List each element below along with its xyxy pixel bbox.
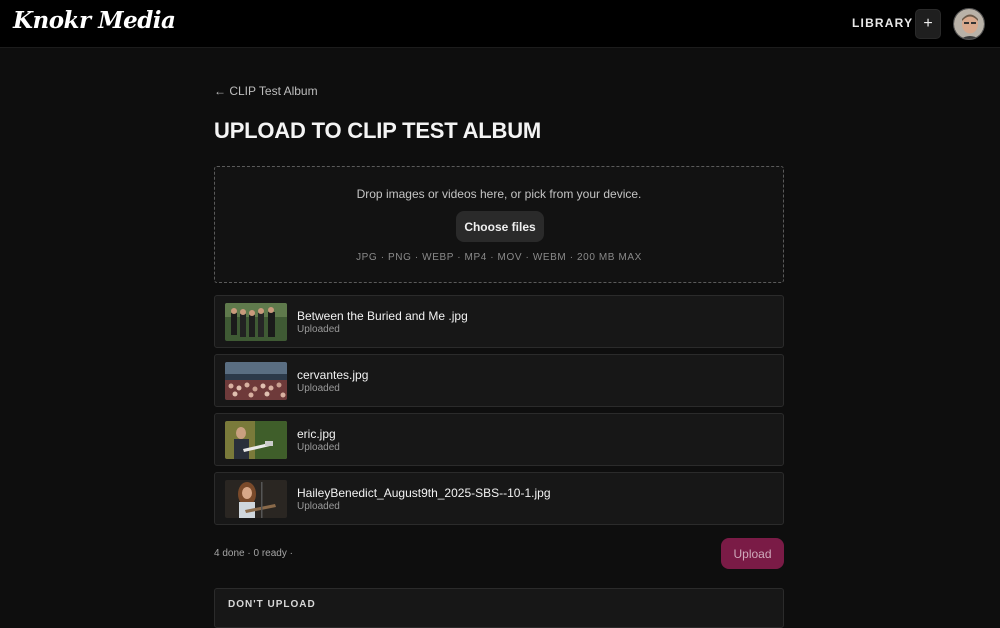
file-thumbnail — [225, 480, 287, 518]
dont-upload-label: DON'T UPLOAD — [228, 599, 316, 610]
plus-icon: + — [923, 15, 933, 32]
upload-button[interactable]: Upload — [721, 538, 784, 569]
file-name: eric.jpg — [297, 427, 336, 441]
file-row: Between the Buried and Me .jpg Uploaded — [214, 295, 784, 348]
file-status: Uploaded — [297, 442, 340, 453]
file-thumbnail — [225, 362, 287, 400]
file-thumbnail — [225, 421, 287, 459]
file-status: Uploaded — [297, 501, 340, 512]
avatar[interactable] — [953, 8, 985, 40]
file-dropzone[interactable]: Drop images or videos here, or pick from… — [214, 166, 784, 283]
file-row: HaileyBenedict_August9th_2025-SBS--10-1.… — [214, 472, 784, 525]
file-name: HaileyBenedict_August9th_2025-SBS--10-1.… — [297, 486, 551, 500]
file-name: cervantes.jpg — [297, 368, 369, 382]
add-button[interactable]: + — [915, 9, 941, 39]
file-row: cervantes.jpg Uploaded — [214, 354, 784, 407]
file-name: Between the Buried and Me .jpg — [297, 309, 468, 323]
dropzone-instructions: Drop images or videos here, or pick from… — [356, 187, 642, 201]
file-row: eric.jpg Uploaded — [214, 413, 784, 466]
page-title: UPLOAD TO CLIP TEST ALBUM — [214, 118, 542, 143]
dont-upload-section[interactable]: DON'T UPLOAD — [214, 588, 784, 628]
file-status: Uploaded — [297, 383, 340, 394]
back-link[interactable]: ← CLIP Test Album — [214, 84, 318, 98]
upload-summary: 4 done · 0 ready · — [214, 548, 293, 559]
logo[interactable]: Knokr Media — [13, 7, 176, 34]
choose-files-button[interactable]: Choose files — [456, 211, 544, 242]
top-bar: Knokr Media LIBRARY + — [0, 0, 1000, 48]
accepted-formats: JPG · PNG · WEBP · MP4 · MOV · WEBM · 20… — [356, 252, 642, 263]
file-thumbnail — [225, 303, 287, 341]
file-status: Uploaded — [297, 324, 340, 335]
nav-library-link[interactable]: LIBRARY — [852, 16, 913, 30]
